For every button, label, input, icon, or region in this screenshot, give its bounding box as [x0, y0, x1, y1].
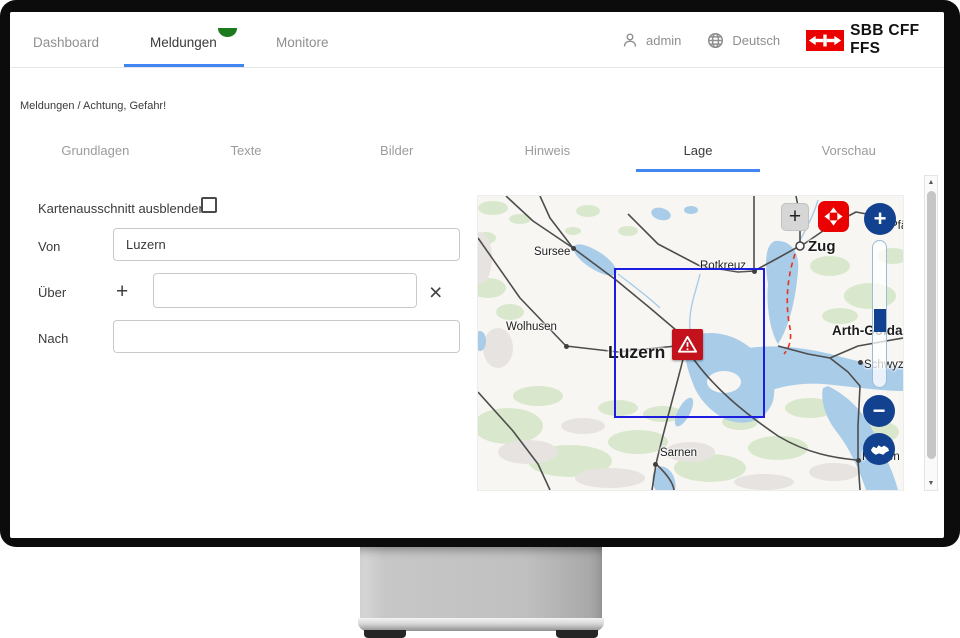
tab-bilder[interactable]: Bilder: [321, 136, 472, 170]
nach-input[interactable]: [113, 320, 460, 353]
ueber-input[interactable]: [153, 273, 417, 308]
add-via-button[interactable]: +: [116, 282, 128, 302]
pan-mode-button[interactable]: [818, 201, 849, 232]
content-scrollbar[interactable]: ▲ ▼: [924, 175, 938, 491]
scrollbar-up-arrow[interactable]: ▲: [925, 176, 937, 189]
danger-warning-marker[interactable]: [672, 329, 703, 360]
zoom-in-button[interactable]: +: [864, 203, 896, 235]
map-town-dot: [856, 458, 861, 463]
map-town-dot: [564, 344, 569, 349]
ueber-label: Über: [38, 285, 66, 300]
active-tab-underline: [636, 169, 760, 172]
app-screen: Dashboard Meldungen Monitore admin: [10, 12, 944, 538]
map-town-label: Arth-Goldau: [832, 323, 903, 338]
map-town-dot: [858, 360, 863, 365]
zoom-out-button[interactable]: −: [863, 395, 895, 427]
nav-right-cluster: admin Deutsch: [622, 12, 944, 68]
monitor-foot-left: [364, 630, 406, 638]
scrollbar-thumb[interactable]: [927, 191, 936, 459]
language-label: Deutsch: [732, 33, 780, 48]
active-nav-underline: [124, 64, 244, 67]
monitor-foot-right: [556, 630, 598, 638]
hide-map-label: Kartenausschnitt ausblenden: [38, 201, 206, 216]
meldungen-green-chevron-icon: [218, 28, 237, 37]
user-name: admin: [646, 33, 681, 48]
brand: SBB CFF FFS: [806, 22, 944, 58]
globe-icon: [707, 32, 724, 49]
von-label: Von: [38, 239, 60, 254]
move-arrows-icon: [822, 205, 845, 228]
overview-zoom-button[interactable]: +: [781, 203, 809, 231]
monitor-stand: [360, 547, 602, 618]
tab-hinweis[interactable]: Hinweis: [472, 136, 623, 170]
map-town-label: Wolhusen: [506, 321, 557, 333]
breadcrumb: Meldungen / Achtung, Gefahr!: [20, 100, 166, 112]
user-icon: [622, 32, 638, 48]
switzerland-icon: [869, 442, 890, 457]
zoom-slider[interactable]: [872, 240, 887, 388]
hide-map-checkbox[interactable]: [201, 197, 217, 213]
clear-via-button[interactable]: ×: [429, 282, 442, 302]
map-town-label: Sarnen: [660, 447, 697, 459]
tab-vorschau[interactable]: Vorschau: [773, 136, 924, 170]
von-input[interactable]: [113, 228, 460, 261]
brand-text: SBB CFF FFS: [850, 22, 944, 58]
map-town-dot: [571, 246, 576, 251]
tab-texte[interactable]: Texte: [171, 136, 322, 170]
tab-bar: Grundlagen Texte Bilder Hinweis Lage Vor…: [20, 136, 924, 170]
warning-triangle-icon: [676, 333, 699, 356]
top-navigation: Dashboard Meldungen Monitore admin: [10, 12, 944, 68]
language-menu[interactable]: Deutsch: [707, 32, 780, 49]
zoom-slider-handle[interactable]: [874, 309, 886, 332]
tab-lage-label: Lage: [684, 143, 713, 158]
scrollbar-down-arrow[interactable]: ▼: [925, 477, 937, 490]
map-town-dot: [653, 462, 658, 467]
user-menu[interactable]: admin: [622, 32, 681, 48]
nav-item-monitore[interactable]: Monitore: [276, 35, 329, 50]
nav-item-dashboard[interactable]: Dashboard: [33, 35, 99, 50]
tab-grundlagen[interactable]: Grundlagen: [20, 136, 171, 170]
nach-label: Nach: [38, 331, 68, 346]
map-town-label: Zug: [808, 238, 836, 255]
tab-lage[interactable]: Lage: [623, 136, 774, 170]
map-town-label: Sursee: [534, 246, 570, 258]
nav-item-meldungen[interactable]: Meldungen: [150, 35, 217, 50]
reset-view-button[interactable]: [863, 433, 895, 465]
map-canvas[interactable]: SurseeRotkreuzZugWolhusenLuzernArth-Gold…: [478, 196, 903, 490]
monitor-frame: Dashboard Meldungen Monitore admin: [0, 0, 960, 638]
sbb-logo-icon: [806, 30, 844, 51]
